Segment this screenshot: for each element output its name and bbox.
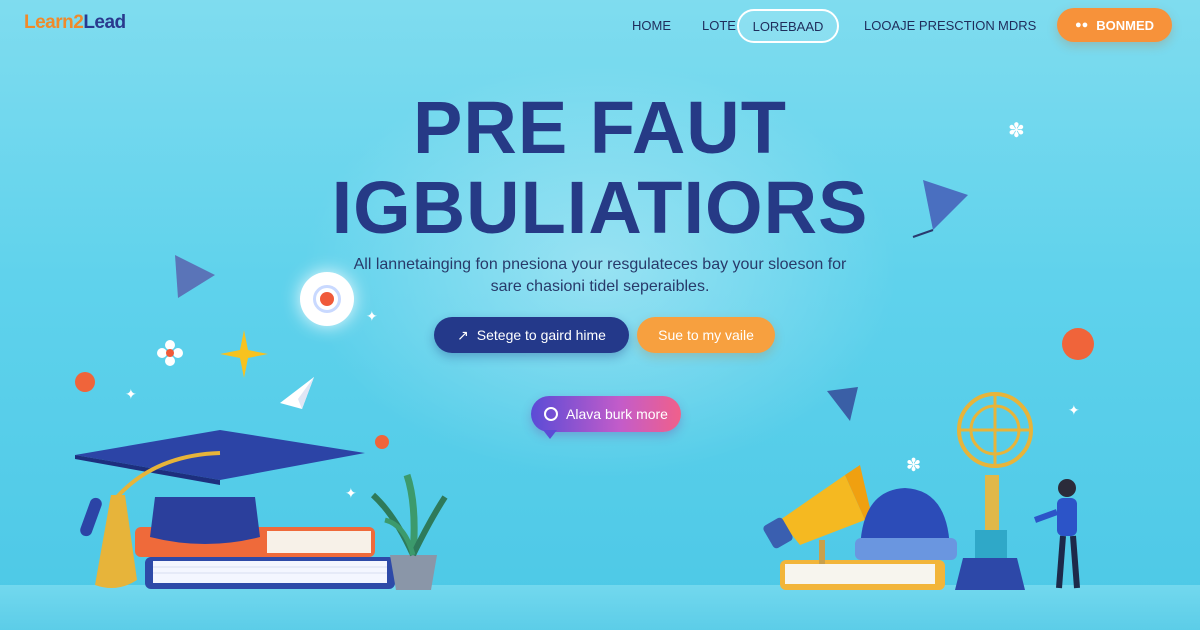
site-logo[interactable]: Learn2Lead <box>24 12 126 34</box>
hero-subtitle: All lannetainging fon pnesiona your resg… <box>330 254 870 298</box>
hero-title-line2: IGBULIATIORS <box>331 166 869 249</box>
user-group-icon: ●● <box>1074 19 1089 31</box>
sparkle-icon: ✽ <box>1008 120 1025 142</box>
nav-cta-label: BONMED <box>1096 17 1155 33</box>
triangle-shape-right <box>912 180 968 238</box>
chat-more-button[interactable]: Alava burk more <box>531 396 681 439</box>
secondary-cta-label: Sue to my vaile <box>658 327 754 343</box>
target-orb <box>300 272 354 326</box>
nav-link-prescription[interactable]: LOOAJE PRESCTION <box>864 18 995 33</box>
logo-text-part2: Lead <box>83 12 126 33</box>
arrow-up-right-icon: ↗ <box>457 326 469 343</box>
secondary-cta-button[interactable]: Sue to my vaile <box>637 317 775 353</box>
nav-link-mdrs[interactable]: MDRS <box>998 18 1036 33</box>
chat-bubble-icon <box>544 407 559 421</box>
sparkle-icon: ✦ <box>366 308 378 324</box>
star-sparkle-icon <box>220 330 268 378</box>
orange-ball-small <box>75 372 95 392</box>
hero-title-line1: PRE FAUT <box>413 86 787 169</box>
nav-link-home[interactable]: HOME <box>632 18 671 33</box>
chat-more-label: Alava burk more <box>566 406 668 422</box>
nav-link-lorebaad[interactable]: LOREBAAD <box>737 9 839 43</box>
nav-link-lote[interactable]: LOTE <box>702 18 736 33</box>
orange-ball-right <box>1062 328 1094 360</box>
triangle-shape-left <box>175 255 215 298</box>
primary-cta-label: Setege to gaird hime <box>476 327 606 343</box>
flower-icon <box>157 340 183 366</box>
hero-subtitle-line1: All lannetainging fon pnesiona your resg… <box>353 256 847 273</box>
sparkle-icon: ✦ <box>125 386 137 402</box>
achievement-illustration <box>763 392 1080 590</box>
hero-subtitle-line2: sare chasioni tidel seperaibles. <box>490 278 710 295</box>
logo-text-part1: Learn2 <box>24 12 84 33</box>
graduation-illustration <box>75 430 448 590</box>
nav-cta-button[interactable]: ●● BONMED <box>1057 8 1172 42</box>
nav-pill-label: LOREBAAD <box>752 18 824 34</box>
paper-plane-icon <box>280 377 314 409</box>
primary-cta-button[interactable]: ↗ Setege to gaird hime <box>434 317 629 353</box>
